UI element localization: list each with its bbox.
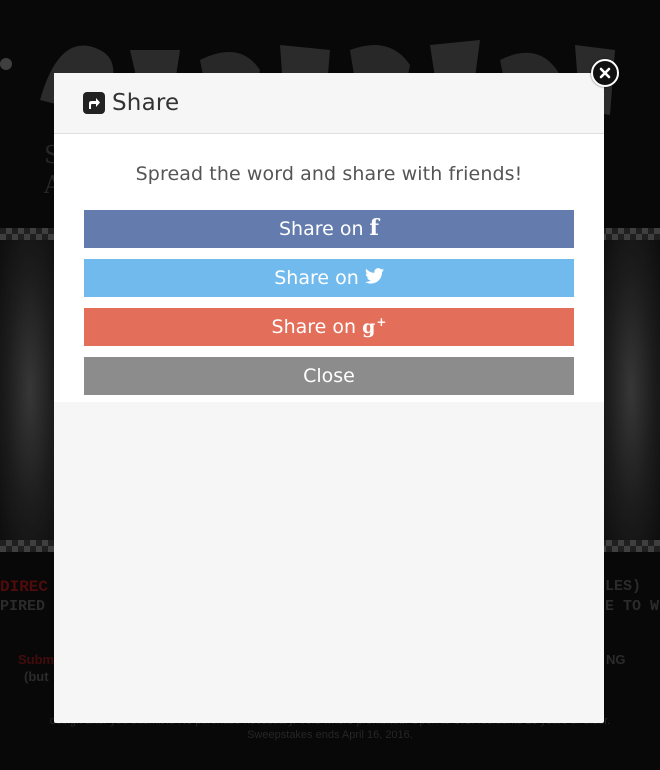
modal-title: Share (112, 90, 180, 116)
share-facebook-button[interactable]: Share on f (84, 210, 574, 248)
modal-header: Share (54, 73, 604, 134)
share-twitter-button[interactable]: Share on (84, 259, 574, 297)
share-tagline: Spread the word and share with friends! (135, 163, 523, 185)
button-label: Share on (271, 316, 357, 338)
button-label: Share on (278, 218, 364, 240)
button-label: Close (303, 365, 355, 387)
button-label: Share on (274, 267, 359, 289)
modal-body: Spread the word and share with friends! … (54, 134, 604, 402)
close-button[interactable]: Close (84, 357, 574, 395)
google-plus-icon: g + (362, 314, 387, 338)
facebook-icon: f (369, 215, 379, 241)
twitter-icon (364, 267, 384, 289)
share-icon (83, 92, 105, 114)
share-google-plus-button[interactable]: Share on g + (84, 308, 574, 346)
close-icon[interactable] (591, 59, 619, 87)
share-modal: Share Spread the word and share with fri… (54, 73, 604, 723)
